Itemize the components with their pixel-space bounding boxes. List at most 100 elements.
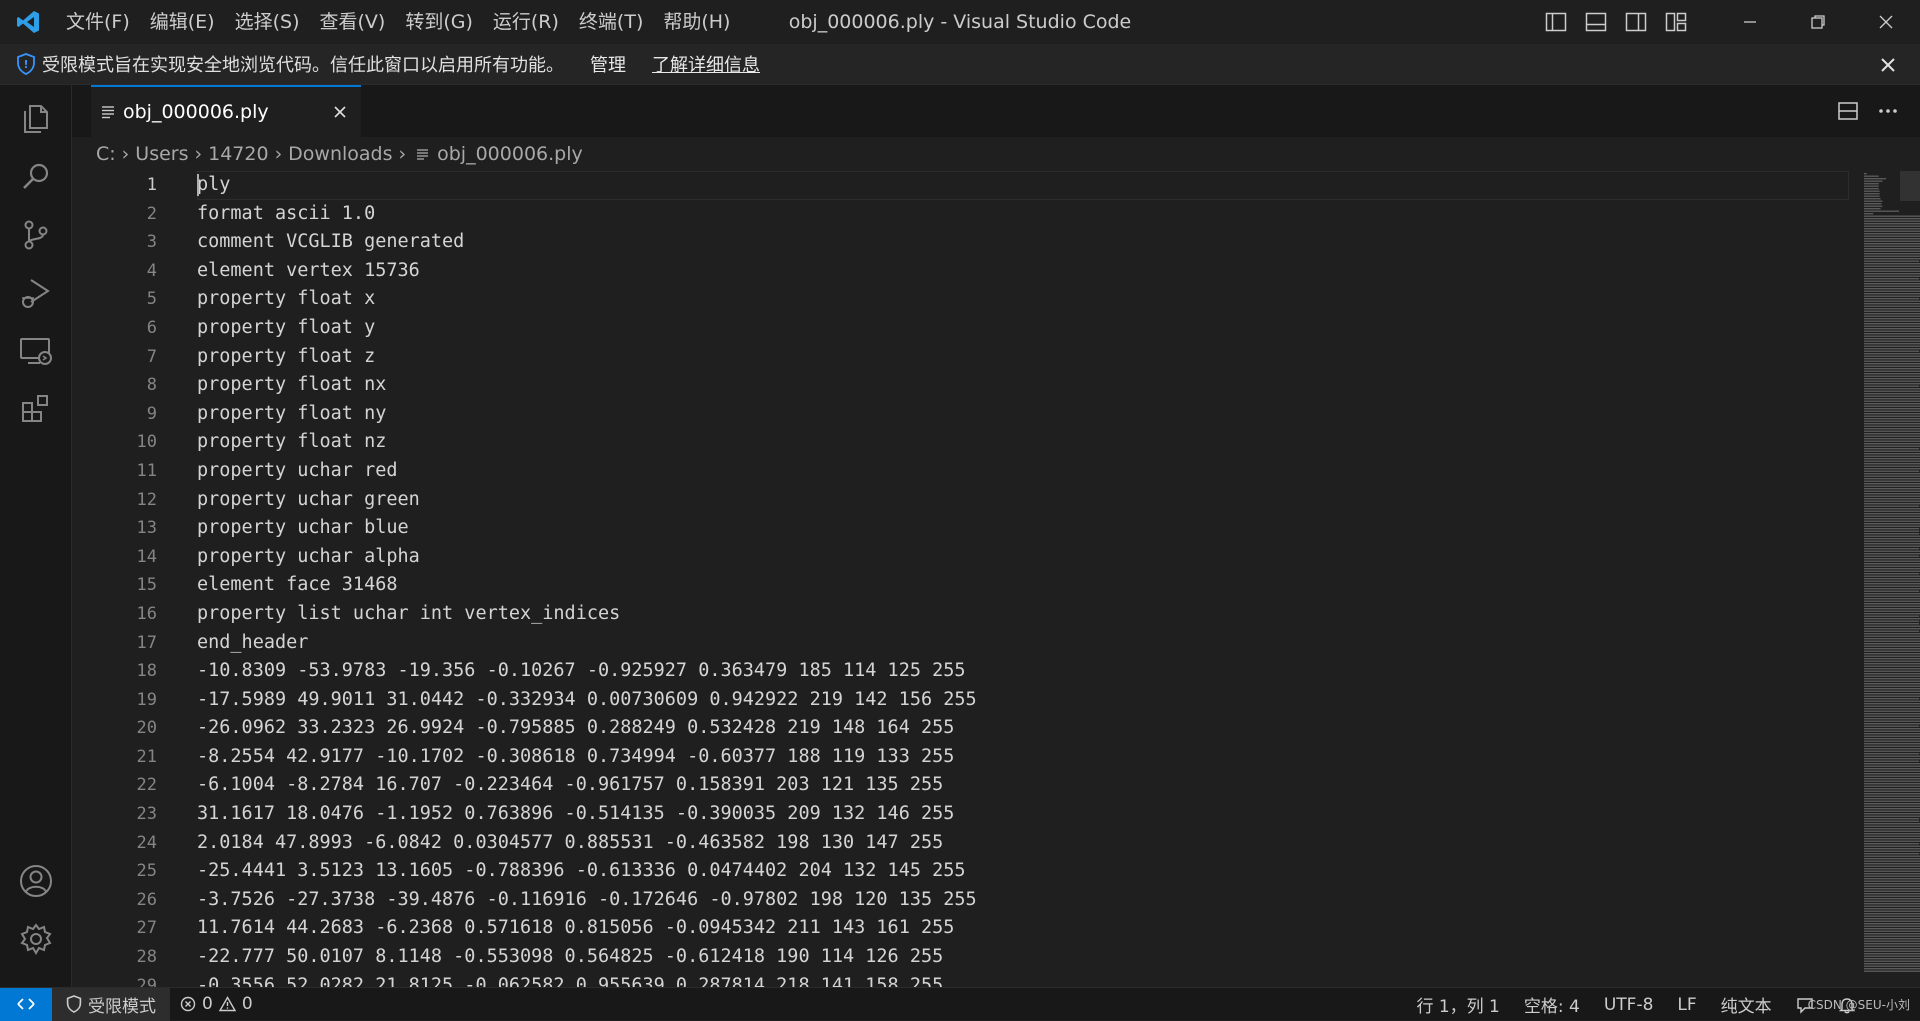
- close-banner-icon[interactable]: [1868, 44, 1908, 85]
- code-line[interactable]: -26.0962 33.2323 26.9924 -0.795885 0.288…: [197, 714, 1857, 743]
- code-line[interactable]: element face 31468: [197, 571, 1857, 600]
- minimap-line: [1864, 388, 1920, 390]
- run-debug-icon[interactable]: [0, 265, 72, 321]
- source-control-icon[interactable]: [0, 207, 72, 263]
- language-mode-status[interactable]: 纯文本: [1709, 992, 1784, 1017]
- code-line[interactable]: property float y: [197, 314, 1857, 343]
- minimap-line: [1864, 790, 1920, 792]
- code-line[interactable]: 31.1617 18.0476 -1.1952 0.763896 -0.5141…: [197, 800, 1857, 829]
- minimap-line: [1864, 725, 1920, 727]
- eol-status[interactable]: LF: [1665, 995, 1708, 1015]
- minimap-line: [1864, 568, 1920, 570]
- account-icon[interactable]: [0, 853, 72, 909]
- code-line[interactable]: 2.0184 47.8993 -6.0842 0.0304577 0.88553…: [197, 829, 1857, 858]
- customize-layout-icon[interactable]: [1656, 0, 1696, 44]
- more-actions-icon[interactable]: [1868, 89, 1908, 133]
- minimap-line: [1864, 488, 1920, 490]
- manage-link[interactable]: 管理: [590, 51, 626, 77]
- minimap-line: [1864, 825, 1920, 827]
- breadcrumb-users[interactable]: Users: [135, 143, 188, 165]
- minimap-line: [1864, 405, 1920, 407]
- problems-status[interactable]: 0 0: [170, 994, 263, 1014]
- menu-view[interactable]: 查看(V): [310, 0, 396, 44]
- code-line[interactable]: -25.4441 3.5123 13.1605 -0.788396 -0.613…: [197, 857, 1857, 886]
- indentation-status[interactable]: 空格: 4: [1512, 992, 1592, 1017]
- code-line[interactable]: -6.1004 -8.2784 16.707 -0.223464 -0.9617…: [197, 771, 1857, 800]
- line-number: 17: [136, 632, 157, 653]
- menu-file[interactable]: 文件(F): [56, 0, 140, 44]
- remote-indicator-icon[interactable]: [0, 987, 52, 1021]
- code-editor[interactable]: 1 2 3 4 5 6 7 8 9 10 11 12 13 14 15 16 1…: [72, 171, 1920, 987]
- search-icon[interactable]: [0, 149, 72, 205]
- menu-edit[interactable]: 编辑(E): [140, 0, 225, 44]
- minimap-line: [1864, 375, 1920, 377]
- menu-run[interactable]: 运行(R): [483, 0, 569, 44]
- toggle-secondary-sidebar-icon[interactable]: [1616, 0, 1656, 44]
- split-editor-icon[interactable]: [1828, 89, 1868, 133]
- encoding-status[interactable]: UTF-8: [1592, 995, 1666, 1015]
- restricted-mode-status[interactable]: 受限模式: [52, 987, 170, 1021]
- explorer-icon[interactable]: [0, 91, 72, 147]
- minimize-icon[interactable]: [1716, 0, 1784, 44]
- code-line[interactable]: -22.777 50.0107 8.1148 -0.553098 0.56482…: [197, 943, 1857, 972]
- minimap-line: [1864, 618, 1920, 620]
- line-number: 15: [136, 575, 157, 596]
- menu-terminal[interactable]: 终端(T): [569, 0, 653, 44]
- menu-go[interactable]: 转到(G): [395, 0, 483, 44]
- code-line[interactable]: property uchar blue: [197, 514, 1857, 543]
- minimap-line: [1864, 925, 1920, 927]
- code-line[interactable]: comment VCGLIB generated: [197, 228, 1857, 257]
- code-line[interactable]: format ascii 1.0: [197, 200, 1857, 229]
- tab-obj-file[interactable]: obj_000006.ply: [91, 85, 361, 137]
- minimap-line: [1864, 385, 1920, 387]
- code-line[interactable]: 11.7614 44.2683 -6.2368 0.571618 0.81505…: [197, 914, 1857, 943]
- code-line[interactable]: property float nx: [197, 371, 1857, 400]
- toggle-primary-sidebar-icon[interactable]: [1536, 0, 1576, 44]
- breadcrumb-user-folder[interactable]: 14720: [208, 143, 268, 165]
- code-line[interactable]: property float x: [197, 285, 1857, 314]
- close-window-icon[interactable]: [1852, 0, 1920, 44]
- code-line[interactable]: -0.3556 52.0282 21.8125 -0.062582 0.9556…: [197, 972, 1857, 987]
- code-line[interactable]: property uchar green: [197, 486, 1857, 515]
- learn-more-link[interactable]: 了解详细信息: [652, 51, 760, 77]
- code-line[interactable]: -17.5989 49.9011 31.0442 -0.332934 0.007…: [197, 686, 1857, 715]
- vertical-scrollbar[interactable]: [1900, 171, 1920, 201]
- restore-icon[interactable]: [1784, 0, 1852, 44]
- extensions-icon[interactable]: [0, 381, 72, 437]
- code-line[interactable]: -10.8309 -53.9783 -19.356 -0.10267 -0.92…: [197, 657, 1857, 686]
- code-content[interactable]: ply format ascii 1.0 comment VCGLIB gene…: [197, 171, 1857, 987]
- code-line[interactable]: ply: [197, 171, 1857, 200]
- minimap-line: [1864, 955, 1920, 957]
- settings-gear-icon[interactable]: [0, 911, 72, 967]
- code-line[interactable]: property float ny: [197, 400, 1857, 429]
- minimap-line: [1864, 363, 1920, 365]
- code-line[interactable]: element vertex 15736: [197, 257, 1857, 286]
- minimap-line: [1864, 343, 1920, 345]
- code-line[interactable]: property uchar red: [197, 457, 1857, 486]
- breadcrumb-downloads[interactable]: Downloads: [288, 143, 392, 165]
- breadcrumb-drive[interactable]: C:: [96, 143, 116, 165]
- minimap-line: [1864, 438, 1920, 440]
- code-line[interactable]: property list uchar int vertex_indices: [197, 600, 1857, 629]
- code-line[interactable]: end_header: [197, 629, 1857, 658]
- cursor-position-status[interactable]: 行 1，列 1: [1404, 992, 1511, 1017]
- code-line[interactable]: property float nz: [197, 428, 1857, 457]
- code-line[interactable]: -3.7526 -27.3738 -39.4876 -0.116916 -0.1…: [197, 886, 1857, 915]
- minimap-line: [1864, 333, 1920, 335]
- code-line[interactable]: property uchar alpha: [197, 543, 1857, 572]
- remote-explorer-icon[interactable]: [0, 323, 72, 379]
- minimap[interactable]: [1860, 171, 1920, 987]
- menu-selection[interactable]: 选择(S): [225, 0, 310, 44]
- minimap-line: [1864, 538, 1920, 540]
- code-line[interactable]: -8.2554 42.9177 -10.1702 -0.308618 0.734…: [197, 743, 1857, 772]
- breadcrumb-file[interactable]: obj_000006.ply: [437, 143, 583, 165]
- minimap-line: [1864, 933, 1920, 935]
- svg-text:!: !: [23, 58, 28, 71]
- minimap-line: [1864, 320, 1920, 322]
- close-tab-icon[interactable]: [329, 101, 351, 123]
- minimap-line: [1864, 900, 1920, 902]
- code-line[interactable]: property float z: [197, 343, 1857, 372]
- toggle-panel-icon[interactable]: [1576, 0, 1616, 44]
- minimap-line: [1864, 620, 1920, 622]
- menu-help[interactable]: 帮助(H): [653, 0, 740, 44]
